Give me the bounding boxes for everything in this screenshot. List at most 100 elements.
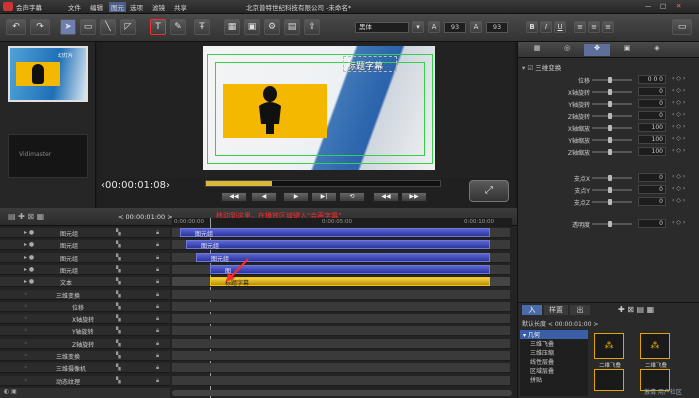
slider-handle[interactable]: [608, 101, 612, 107]
slider-handle[interactable]: [608, 175, 612, 181]
image-tool-icon[interactable]: ▦: [224, 19, 240, 35]
close-button[interactable]: ✕: [676, 2, 681, 10]
menu-filter[interactable]: 滤镜: [152, 2, 165, 12]
line-tool-icon[interactable]: ╲: [100, 19, 116, 35]
title-selection[interactable]: 标题字幕: [343, 56, 397, 72]
keyframe-nav-icon[interactable]: ‹ ◇ ›: [672, 123, 685, 130]
fast-forward-button[interactable]: ▶▶: [401, 192, 427, 202]
align-center-icon[interactable]: ≡: [588, 21, 600, 33]
timeline-timecode[interactable]: < 00:00:01:00 >: [118, 213, 173, 221]
slider-handle[interactable]: [608, 149, 612, 155]
step-back-button[interactable]: ◀: [251, 192, 277, 202]
track-lane[interactable]: [172, 301, 510, 312]
title-text[interactable]: 标题字幕: [347, 59, 383, 72]
track-expand-icon[interactable]: ▸ ●: [24, 254, 34, 261]
text-tool-icon[interactable]: T: [150, 19, 166, 35]
timeline-tools-icon[interactable]: ▤ ✚ ⊠ ▦: [8, 212, 44, 221]
track-row[interactable]: ▸ ● 图元组 ▚ 🔒︎: [0, 252, 170, 263]
lock-icon[interactable]: 🔒︎: [156, 327, 159, 335]
keyframe-nav-icon[interactable]: ‹ ◇ ›: [672, 99, 685, 106]
rewind-button[interactable]: ◀◀: [373, 192, 399, 202]
slider-handle[interactable]: [608, 89, 612, 95]
font-size-icon[interactable]: A: [428, 21, 440, 33]
font-size-input[interactable]: 93: [444, 22, 466, 33]
track-visibility-icon[interactable]: ▚: [116, 229, 121, 236]
property-value[interactable]: 0 0 0: [638, 75, 666, 84]
library-tab-out[interactable]: 出: [570, 305, 590, 315]
lock-icon[interactable]: 🔒︎: [156, 303, 159, 311]
timeline-clip[interactable]: 图元组: [180, 228, 490, 238]
track-lane[interactable]: [172, 351, 510, 361]
chevron-down-icon[interactable]: ▾: [412, 21, 424, 33]
play-button[interactable]: ▶: [283, 192, 309, 202]
loop-button[interactable]: ⟲: [339, 192, 365, 202]
menu-edit[interactable]: 编辑: [90, 2, 103, 12]
menu-options[interactable]: 选项: [130, 2, 143, 12]
category-item[interactable]: 线性层叠: [520, 357, 588, 366]
keyframe-nav-icon[interactable]: ‹ ◇ ›: [672, 111, 685, 118]
slider-handle[interactable]: [608, 77, 612, 83]
track-row[interactable]: ◦ 三维摄像机 ▚ 🔒︎: [0, 363, 170, 374]
track-row[interactable]: ▸ ● 图元组 ▚ 🔒︎: [0, 240, 170, 251]
track-lane[interactable]: [172, 375, 510, 386]
lock-icon[interactable]: 🔒︎: [156, 229, 159, 237]
export-icon[interactable]: ⇪: [304, 19, 320, 35]
track-expand-icon[interactable]: ◦: [24, 327, 28, 334]
effect-thumbnail-1[interactable]: ⁂: [594, 333, 624, 359]
track-visibility-icon[interactable]: ▚: [116, 327, 121, 334]
align-right-icon[interactable]: ≡: [602, 21, 614, 33]
align-left-icon[interactable]: ≡: [574, 21, 586, 33]
undo-icon[interactable]: ↶: [6, 19, 26, 35]
timeline-clip[interactable]: 图元组: [186, 240, 490, 250]
keyframe-nav-icon[interactable]: ‹ ◇ ›: [672, 135, 685, 142]
track-lane[interactable]: [172, 289, 510, 300]
property-value[interactable]: 0: [638, 219, 666, 228]
category-item[interactable]: 区域层叠: [520, 366, 588, 375]
property-slider[interactable]: [592, 89, 632, 95]
track-visibility-icon[interactable]: ▚: [116, 278, 121, 285]
track-visibility-icon[interactable]: ▚: [116, 254, 121, 261]
track-lane[interactable]: [172, 326, 510, 337]
lock-icon[interactable]: 🔒︎: [156, 278, 159, 286]
slider-handle[interactable]: [608, 125, 612, 131]
lock-icon[interactable]: 🔒︎: [156, 266, 159, 274]
stage[interactable]: 标题字幕: [103, 42, 513, 178]
track-visibility-icon[interactable]: ▚: [116, 241, 121, 248]
track-expand-icon[interactable]: ◦: [24, 303, 28, 310]
tab-transform-icon[interactable]: ✥: [584, 44, 610, 56]
playback-progress[interactable]: [205, 180, 441, 187]
layers-icon[interactable]: ▤: [284, 19, 300, 35]
track-lane[interactable]: [172, 338, 510, 349]
underline-icon[interactable]: U: [554, 21, 566, 33]
lock-icon[interactable]: 🔒︎: [156, 364, 159, 372]
property-value[interactable]: 0: [638, 99, 666, 108]
italic-icon[interactable]: I: [540, 21, 552, 33]
category-item[interactable]: 三维压缩: [520, 348, 588, 357]
track-lane[interactable]: [172, 363, 510, 374]
property-slider[interactable]: [592, 175, 632, 181]
line-height-icon[interactable]: A: [470, 21, 482, 33]
lock-icon[interactable]: 🔒︎: [156, 254, 159, 262]
track-expand-icon[interactable]: ◦: [24, 291, 28, 298]
tab-filter-icon[interactable]: ▣: [614, 44, 640, 56]
redo-icon[interactable]: ↷: [30, 19, 50, 35]
maximize-button[interactable]: □: [660, 2, 666, 10]
property-slider[interactable]: [592, 187, 632, 193]
track-lane[interactable]: [172, 314, 510, 325]
track-expand-icon[interactable]: ▸ ●: [24, 266, 34, 273]
section-header[interactable]: ▾ ☑ 三维变换: [522, 62, 692, 72]
library-tab-in[interactable]: 入: [522, 305, 542, 315]
property-slider[interactable]: [592, 113, 632, 119]
track-expand-icon[interactable]: ◦: [24, 352, 28, 359]
track-expand-icon[interactable]: ▸ ●: [24, 229, 34, 236]
add-icon[interactable]: ✚: [618, 305, 627, 314]
slider-handle[interactable]: [608, 221, 612, 227]
lock-icon[interactable]: 🔒︎: [156, 377, 159, 385]
track-row[interactable]: ◦ 三维变换 ▚ 🔒︎: [0, 351, 170, 361]
lock-icon[interactable]: 🔒︎: [156, 352, 159, 360]
tab-layout-icon[interactable]: ▦: [524, 44, 550, 56]
track-visibility-icon[interactable]: ▚: [116, 266, 121, 273]
slider-handle[interactable]: [608, 113, 612, 119]
track-row[interactable]: ▸ ● 文本 ▚ 🔒︎: [0, 277, 170, 288]
track-visibility-icon[interactable]: ▚: [116, 352, 121, 359]
